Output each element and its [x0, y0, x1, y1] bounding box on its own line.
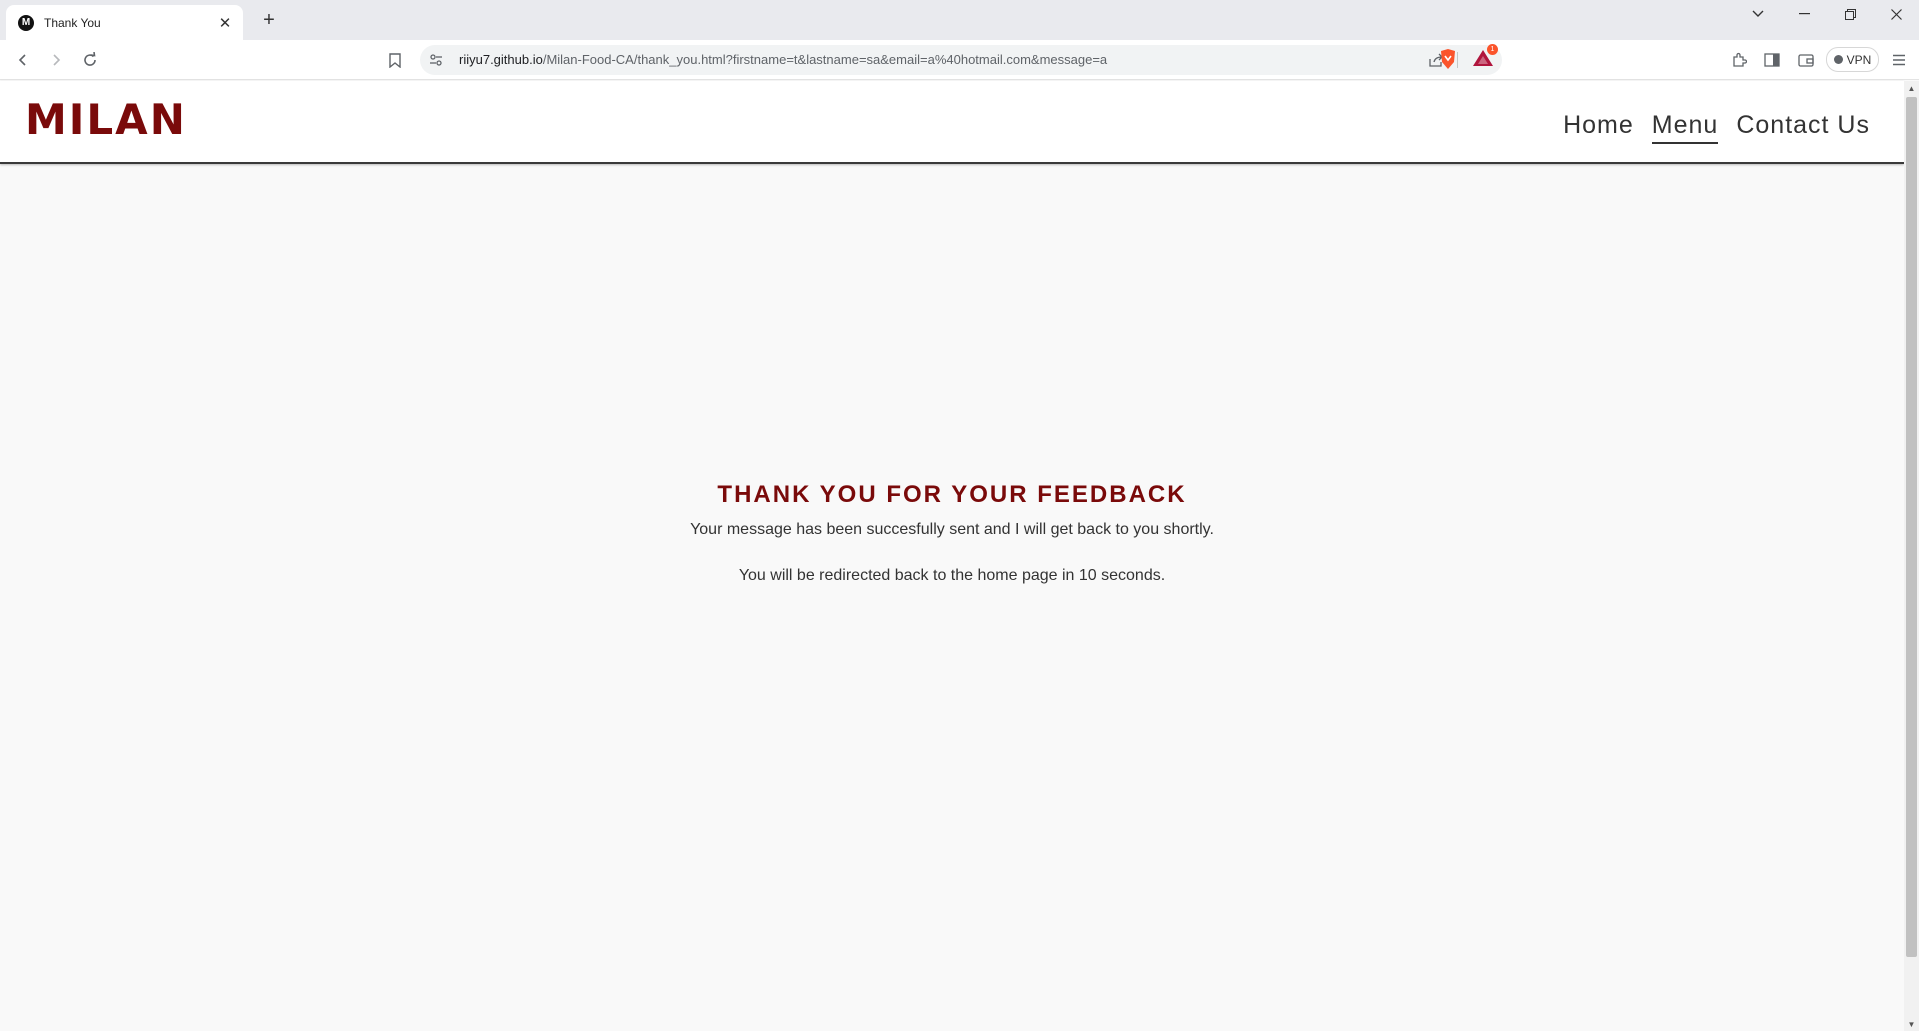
sidebar-icon[interactable]	[1762, 50, 1782, 70]
scrollbar-thumb[interactable]	[1906, 97, 1917, 957]
url-host: riiyu7.github.io	[459, 52, 543, 67]
menu-icon[interactable]	[1889, 50, 1909, 70]
brave-shields-icon[interactable]	[1438, 48, 1458, 70]
extensions-icon[interactable]	[1729, 50, 1749, 70]
minimize-icon[interactable]	[1781, 0, 1827, 28]
url-text[interactable]: riiyu7.github.io/Milan-Food-CA/thank_you…	[459, 52, 1107, 67]
site-header: MILAN Home Menu Contact Us	[0, 81, 1904, 164]
scroll-up-arrow-icon[interactable]: ▲	[1904, 81, 1919, 95]
new-tab-button[interactable]: +	[256, 8, 282, 32]
confirmation-message: Your message has been succesfully sent a…	[690, 521, 1214, 538]
restore-icon[interactable]	[1827, 0, 1873, 28]
nav-menu-link[interactable]: Menu	[1651, 111, 1719, 144]
browser-toolbar: riiyu7.github.io/Milan-Food-CA/thank_you…	[0, 40, 1919, 80]
brave-rewards-icon[interactable]: 1	[1472, 44, 1498, 70]
browser-tab[interactable]: M Thank You ✕	[6, 5, 243, 40]
close-window-icon[interactable]	[1873, 0, 1919, 28]
web-page: MILAN Home Menu Contact Us THANK YOU FOR…	[0, 81, 1904, 1031]
site-nav: Home Menu Contact Us	[1563, 111, 1870, 144]
address-bar[interactable]: riiyu7.github.io/Milan-Food-CA/thank_you…	[420, 45, 1502, 75]
vpn-status-icon	[1833, 55, 1843, 64]
site-info-icon[interactable]	[428, 52, 444, 68]
back-icon[interactable]	[11, 48, 35, 72]
site-logo[interactable]: MILAN	[25, 95, 187, 144]
nav-home-link[interactable]: Home	[1563, 111, 1634, 144]
page-scrollbar[interactable]: ▲ ▼	[1904, 81, 1919, 1031]
rewards-badge: 1	[1487, 44, 1498, 55]
window-controls	[1735, 0, 1919, 28]
forward-icon[interactable]	[44, 48, 68, 72]
wallet-icon[interactable]	[1796, 50, 1816, 70]
vpn-label: VPN	[1846, 52, 1872, 67]
tab-favicon-icon: M	[18, 14, 34, 31]
tab-search-chevron-icon[interactable]	[1735, 0, 1781, 28]
redirect-message: You will be redirected back to the home …	[738, 567, 1166, 584]
url-path: /Milan-Food-CA/thank_you.html?firstname=…	[542, 52, 1108, 67]
reload-icon[interactable]	[78, 48, 102, 72]
browser-tabstrip: M Thank You ✕ +	[0, 0, 1919, 40]
close-tab-icon[interactable]: ✕	[215, 13, 235, 33]
nav-contact-link[interactable]: Contact Us	[1736, 111, 1870, 144]
thank-you-content: THANK YOU FOR YOUR FEEDBACK Your message…	[0, 481, 1904, 585]
tab-title: Thank You	[44, 15, 101, 30]
bookmark-icon[interactable]	[383, 48, 407, 72]
scroll-down-arrow-icon[interactable]: ▼	[1904, 1017, 1919, 1031]
page-title: THANK YOU FOR YOUR FEEDBACK	[717, 481, 1187, 508]
vpn-button[interactable]: VPN	[1826, 47, 1879, 72]
